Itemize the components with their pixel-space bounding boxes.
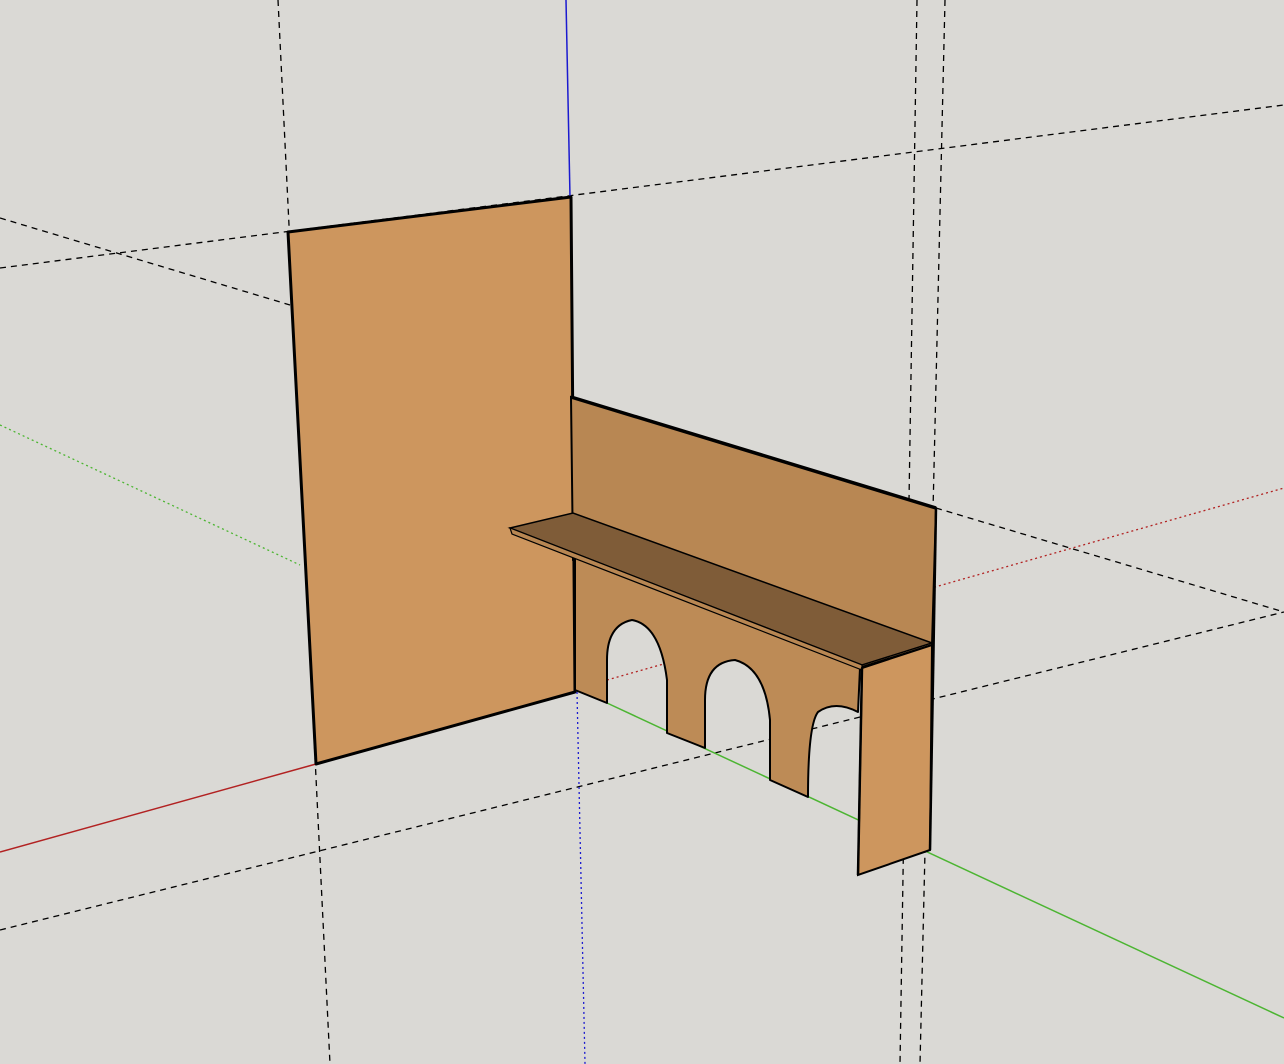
guide-line	[0, 217, 291, 306]
model-canvas[interactable]	[0, 0, 1284, 1064]
guide-line	[0, 611, 1284, 931]
blue-axis-dotted	[576, 691, 586, 1064]
green-axis	[606, 702, 1284, 1019]
red-axis	[0, 763, 317, 853]
guide-line	[935, 507, 1284, 613]
guide-line	[0, 104, 1284, 269]
right-end-panel[interactable]	[856, 643, 934, 877]
blue-axis	[565, 0, 571, 198]
3d-viewport[interactable]	[0, 0, 1284, 1064]
green-axis-dotted	[0, 424, 301, 566]
left-panel[interactable]	[286, 195, 577, 766]
